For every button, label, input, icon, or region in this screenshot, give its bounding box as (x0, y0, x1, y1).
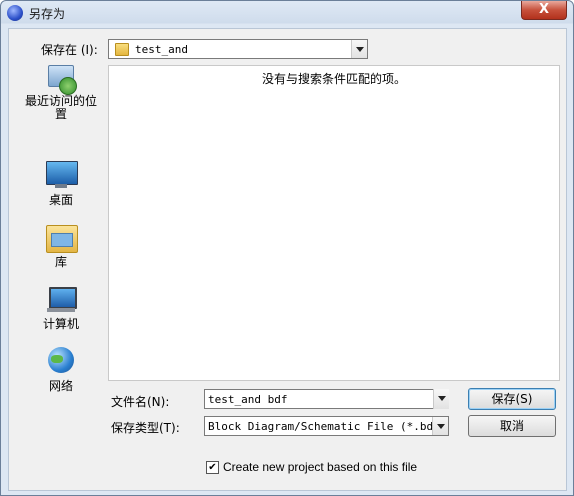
save-in-dropdown[interactable]: test_and (108, 39, 368, 59)
filename-label: 文件名(N): (111, 395, 170, 409)
save-in-value: test_and (135, 43, 188, 56)
cancel-button[interactable]: 取消 (468, 415, 556, 437)
empty-message: 没有与搜索条件匹配的项。 (261, 72, 406, 86)
filetype-value: Block Diagram/Schematic File (*.bdf) (208, 420, 447, 433)
create-project-label: Create new project based on this file (223, 460, 418, 474)
desktop-icon (45, 159, 78, 191)
create-project-checkbox[interactable]: ✔ (206, 461, 219, 474)
place-label: 库 (54, 255, 67, 269)
save-in-label: 保存在 (I): (41, 43, 98, 57)
filename-dropdown[interactable] (432, 389, 449, 409)
place-network[interactable]: 网络 (21, 345, 101, 394)
place-libraries[interactable]: 库 (21, 221, 101, 270)
network-icon (45, 345, 77, 377)
save-as-dialog: 另存为 X 保存在 (I): test_and ⇦ ▼ (0, 0, 574, 496)
close-button[interactable]: X (521, 1, 567, 20)
chevron-down-icon[interactable] (432, 417, 448, 435)
dialog-client-area: 保存在 (I): test_and ⇦ ▼ 最近访问的位置 (8, 28, 567, 491)
place-label: 桌面 (48, 193, 73, 207)
place-recent[interactable]: 最近访问的位置 (21, 63, 101, 121)
place-computer[interactable]: 计算机 (21, 283, 101, 332)
save-button[interactable]: 保存(S) (468, 388, 556, 410)
filename-value: test_and bdf (208, 393, 288, 406)
window-title: 另存为 (29, 7, 66, 21)
place-label: 网络 (48, 379, 73, 393)
file-list[interactable]: 没有与搜索条件匹配的项。 (108, 65, 560, 381)
chevron-down-icon[interactable] (351, 40, 367, 58)
place-label: 计算机 (42, 317, 79, 331)
filetype-label: 保存类型(T): (111, 421, 180, 435)
recent-places-icon (45, 63, 77, 95)
filetype-dropdown[interactable]: Block Diagram/Schematic File (*.bdf) (204, 416, 449, 436)
place-desktop[interactable]: 桌面 (21, 159, 101, 208)
folder-icon (115, 43, 129, 56)
computer-icon (45, 283, 77, 315)
place-label: 最近访问的位置 (24, 94, 97, 121)
chevron-down-icon[interactable] (433, 389, 449, 409)
app-logo-icon (7, 5, 23, 21)
filename-input[interactable]: test_and bdf (204, 389, 449, 409)
title-bar[interactable]: 另存为 X (1, 1, 573, 25)
libraries-icon (45, 221, 78, 253)
